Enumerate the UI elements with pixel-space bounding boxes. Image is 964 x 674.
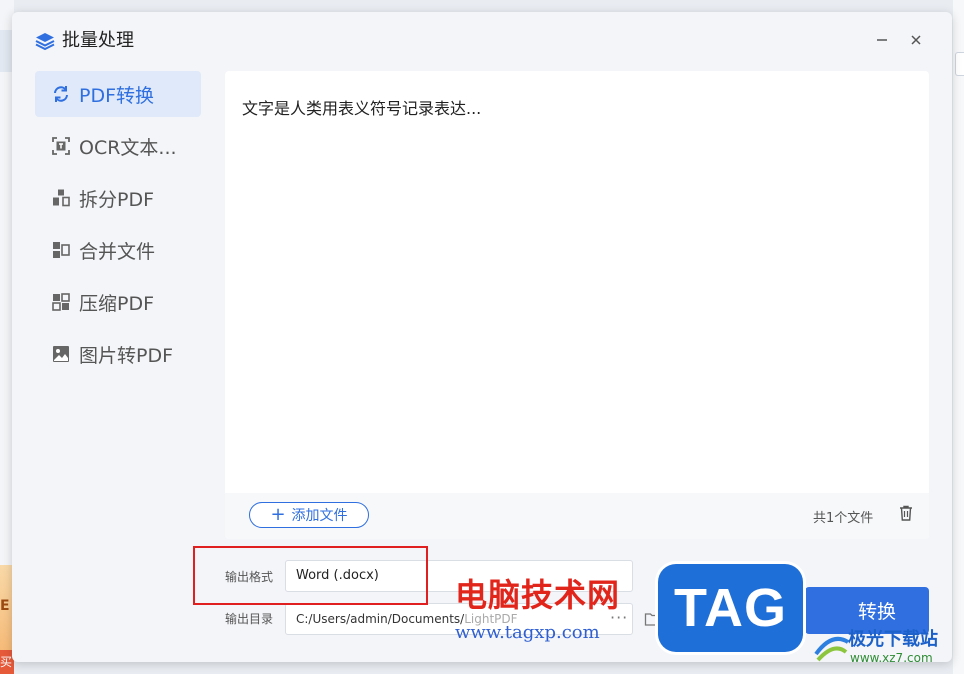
minimize-icon bbox=[877, 39, 887, 41]
compress-icon bbox=[51, 292, 71, 312]
sidebar-item-image-to-pdf[interactable]: 图片转PDF bbox=[35, 331, 201, 377]
layers-icon bbox=[35, 33, 55, 51]
minimize-button[interactable] bbox=[870, 28, 894, 52]
add-file-button[interactable]: + 添加文件 bbox=[249, 502, 369, 528]
add-file-label: 添加文件 bbox=[291, 508, 348, 524]
sidebar-item-label: 合并文件 bbox=[79, 240, 156, 263]
sidebar-item-merge[interactable]: 合并文件 bbox=[35, 227, 201, 273]
file-list-footer: + 添加文件 共1个文件 bbox=[225, 493, 929, 539]
sidebar-item-pdf-convert[interactable]: PDF转换 bbox=[35, 71, 201, 117]
dialog-title: 批量处理 bbox=[62, 30, 134, 51]
sidebar-item-label: 拆分PDF bbox=[79, 188, 155, 211]
close-icon bbox=[911, 35, 921, 45]
sidebar-item-ocr[interactable]: OCR文本... bbox=[35, 123, 201, 169]
watermark-xz-url: www.xz7.com bbox=[850, 651, 933, 665]
watermark-tag-logo: TAG bbox=[658, 564, 803, 652]
output-dir-label: 输出目录 bbox=[225, 612, 274, 626]
watermark-site-name: 电脑技术网 bbox=[455, 576, 621, 614]
trash-icon[interactable] bbox=[897, 504, 915, 522]
plus-icon: + bbox=[270, 504, 286, 525]
ocr-icon bbox=[51, 136, 71, 156]
background-app-right bbox=[953, 0, 964, 674]
file-list-panel: 文字是人类用表义符号记录表达... + 添加文件 共1个文件 bbox=[225, 71, 929, 539]
close-button[interactable] bbox=[904, 28, 928, 52]
watermark-xz-name: 极光下载站 bbox=[848, 629, 938, 650]
sidebar-item-split-pdf[interactable]: 拆分PDF bbox=[35, 175, 201, 221]
sidebar-item-label: 压缩PDF bbox=[79, 292, 155, 315]
sidebar-item-label: 图片转PDF bbox=[79, 344, 174, 367]
sidebar-item-label: PDF转换 bbox=[79, 84, 155, 107]
merge-icon bbox=[51, 240, 71, 260]
file-count: 共1个文件 bbox=[813, 511, 874, 526]
xz-logo-icon bbox=[814, 637, 850, 662]
output-dir-path: C:/Users/admin/Documents/ bbox=[296, 612, 465, 626]
file-list-item[interactable]: 文字是人类用表义符号记录表达... bbox=[242, 95, 481, 119]
sidebar-item-compress-pdf[interactable]: 压缩PDF bbox=[35, 279, 201, 325]
background-app-input bbox=[955, 52, 964, 76]
image-icon bbox=[51, 344, 71, 364]
tool-sidebar: PDF转换 OCR文本... 拆分PDF 合并文件 压缩PDF 图片转PDF bbox=[35, 71, 201, 383]
watermark-site-url: www.tagxp.com bbox=[455, 622, 600, 643]
convert-icon bbox=[51, 84, 71, 104]
split-icon bbox=[51, 188, 71, 208]
sidebar-item-label: OCR文本... bbox=[79, 136, 177, 159]
dialog-titlebar: 批量处理 bbox=[12, 12, 952, 68]
batch-process-dialog: 批量处理 PDF转换 OCR文本... 拆分PDF 合并文件 压缩PDF 图片转… bbox=[12, 12, 952, 662]
output-format-label: 输出格式 bbox=[225, 570, 274, 584]
